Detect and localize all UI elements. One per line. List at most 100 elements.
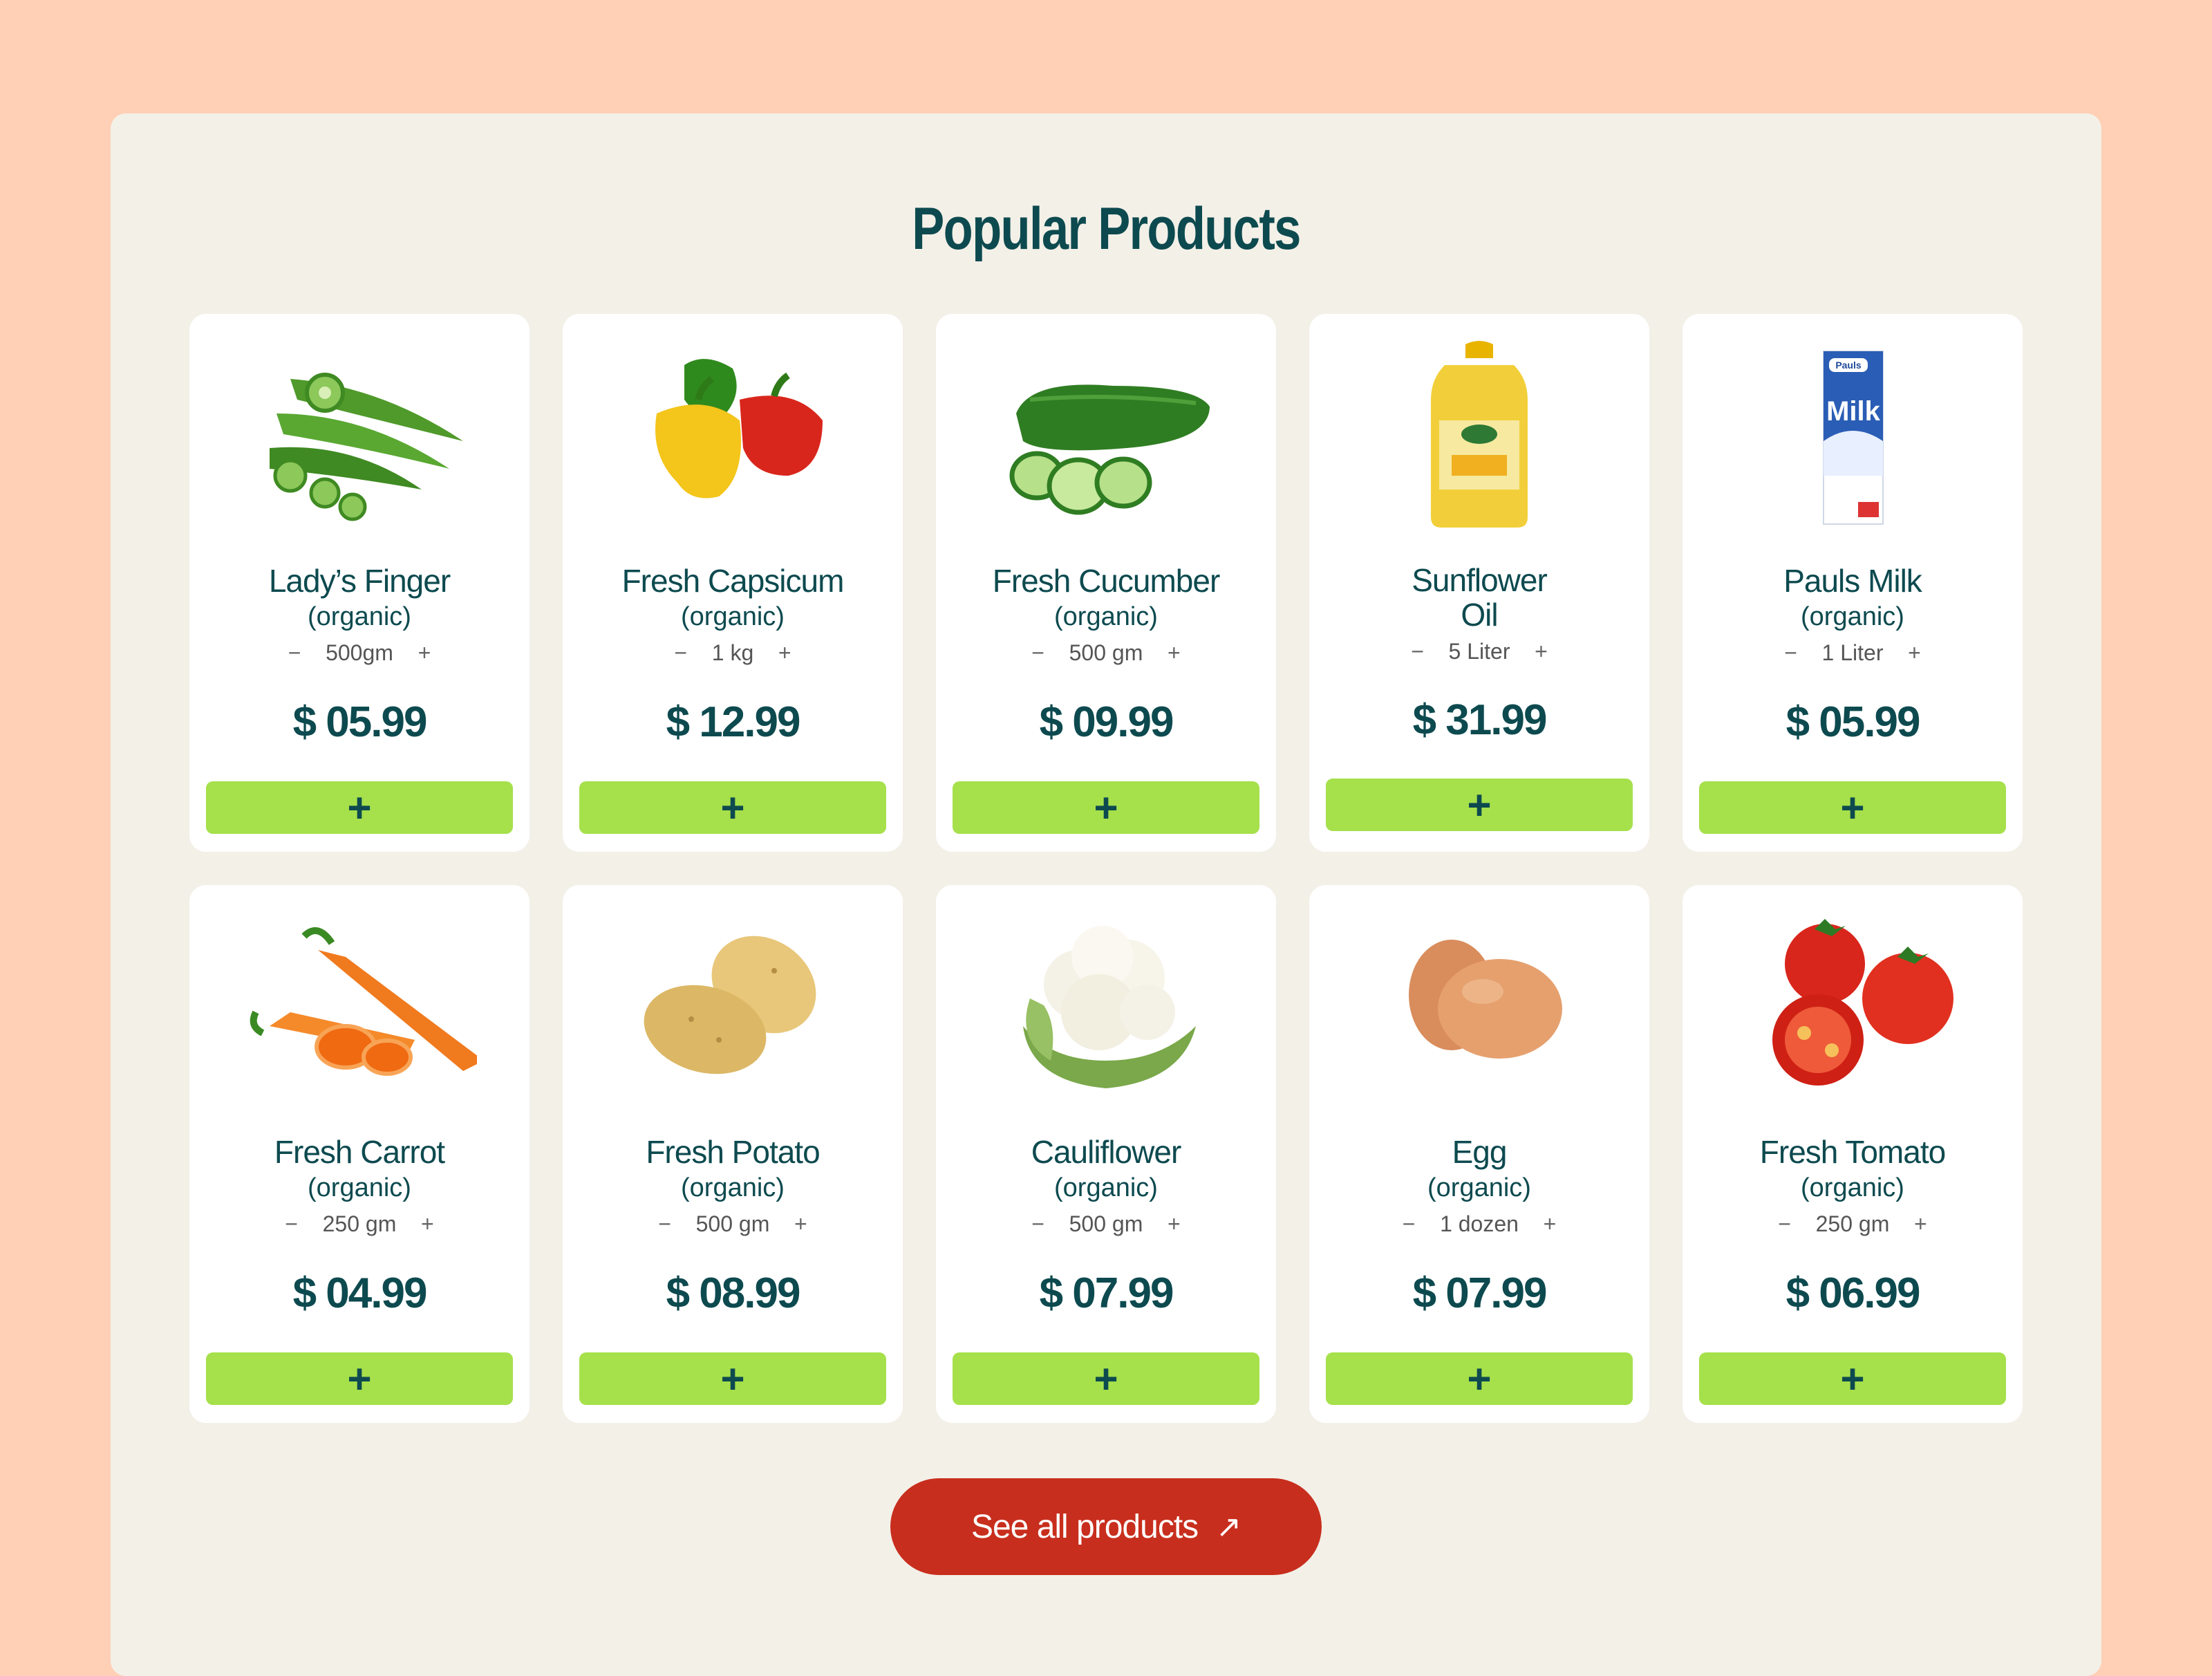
carrot-image [242, 909, 477, 1102]
section-title: Popular Products [912, 196, 1301, 262]
quantity-value: 250 gm [322, 1211, 397, 1236]
add-to-cart-button[interactable]: + [953, 1352, 1259, 1405]
quantity-value: 500 gm [695, 1211, 770, 1236]
product-name: Fresh Potato [646, 1134, 820, 1170]
increase-button[interactable]: + [1163, 640, 1184, 666]
product-price: $ 07.99 [1412, 1269, 1548, 1317]
decrease-button[interactable]: − [284, 640, 305, 666]
decrease-button[interactable]: − [1407, 639, 1428, 664]
product-name: Fresh Cucumber [992, 563, 1221, 599]
product-subtitle: (organic) [1054, 602, 1158, 631]
product-name: Pauls Milk [1783, 563, 1922, 599]
increase-button[interactable]: + [1910, 1211, 1931, 1237]
add-to-cart-button[interactable]: + [1699, 1352, 2006, 1405]
add-to-cart-button[interactable]: + [1326, 1352, 1633, 1405]
decrease-button[interactable]: − [655, 1211, 675, 1237]
product-card[interactable]: Fresh Carrot (organic) − 250 gm + $ 04.9… [189, 885, 529, 1423]
decrease-button[interactable]: − [1028, 640, 1049, 666]
product-price: $ 07.99 [1039, 1269, 1174, 1317]
product-card[interactable]: Fresh Potato (organic) − 500 gm + $ 08.9… [563, 885, 903, 1423]
quantity-value: 500 gm [1069, 1211, 1143, 1236]
increase-button[interactable]: + [774, 640, 795, 666]
product-price: $ 06.99 [1785, 1269, 1921, 1317]
product-subtitle: (organic) [1801, 1173, 1904, 1202]
increase-button[interactable]: + [1530, 639, 1551, 664]
cucumber-image [988, 337, 1224, 531]
milk-carton-image: Pauls Milk [1735, 337, 1970, 531]
product-subtitle: (organic) [308, 1173, 411, 1202]
increase-button[interactable]: + [790, 1211, 811, 1237]
see-all-label: See all products [971, 1508, 1199, 1545]
product-card[interactable]: Sunflower Oil − 5 Liter + $ 31.99 + [1309, 314, 1649, 852]
product-card[interactable]: Egg (organic) − 1 dozen + $ 07.99 + [1309, 885, 1649, 1423]
increase-button[interactable]: + [1539, 1211, 1560, 1237]
increase-button[interactable]: + [414, 640, 435, 666]
add-to-cart-button[interactable]: + [206, 781, 513, 834]
product-name: Egg [1452, 1134, 1508, 1170]
quantity-stepper: − 250 gm + [189, 1211, 529, 1237]
add-to-cart-button[interactable]: + [579, 1352, 886, 1405]
decrease-button[interactable]: − [281, 1211, 302, 1237]
quantity-stepper: − 250 gm + [1683, 1211, 2023, 1237]
decrease-button[interactable]: − [1028, 1211, 1049, 1237]
cauliflower-image [988, 909, 1224, 1102]
potato-image [615, 909, 850, 1102]
decrease-button[interactable]: − [1781, 640, 1801, 666]
quantity-value: 5 Liter [1448, 639, 1510, 664]
milk-label: Milk [1826, 396, 1881, 427]
quantity-stepper: − 500gm + [189, 640, 529, 666]
product-subtitle: (organic) [1054, 1173, 1158, 1202]
add-to-cart-button[interactable]: + [1699, 781, 2006, 834]
quantity-value: 500 gm [1069, 640, 1143, 665]
product-grid: Lady’s Finger (organic) − 500gm + $ 05.9… [189, 314, 2023, 1423]
egg-image [1362, 909, 1597, 1102]
product-card[interactable]: Fresh Tomato (organic) − 250 gm + $ 06.9… [1683, 885, 2023, 1423]
product-price: $ 31.99 [1412, 696, 1548, 744]
quantity-stepper: − 1 kg + [563, 640, 903, 666]
decrease-button[interactable]: − [671, 640, 691, 666]
product-card[interactable]: Fresh Cucumber (organic) − 500 gm + $ 09… [936, 314, 1276, 852]
product-price: $ 09.99 [1039, 698, 1174, 746]
quantity-value: 500gm [326, 640, 393, 665]
product-card[interactable]: Fresh Capsicum (organic) − 1 kg + $ 12.9… [563, 314, 903, 852]
product-subtitle: (organic) [1801, 602, 1904, 631]
decrease-button[interactable]: − [1398, 1211, 1419, 1237]
quantity-value: 1 Liter [1821, 640, 1884, 665]
product-price: $ 05.99 [1785, 698, 1921, 746]
add-to-cart-button[interactable]: + [1326, 779, 1633, 831]
add-to-cart-button[interactable]: + [953, 781, 1259, 834]
quantity-value: 1 kg [711, 640, 754, 665]
see-all-products-button[interactable]: See all products ↗ [890, 1478, 1322, 1575]
capsicum-image [615, 337, 850, 531]
add-to-cart-button[interactable]: + [579, 781, 886, 834]
product-price: $ 04.99 [292, 1269, 428, 1317]
product-name: Cauliflower [1031, 1134, 1182, 1170]
oil-bottle-image [1362, 337, 1597, 531]
increase-button[interactable]: + [417, 1211, 438, 1237]
quantity-value: 250 gm [1815, 1211, 1890, 1236]
tomato-image [1735, 909, 1970, 1102]
quantity-stepper: − 5 Liter + [1309, 639, 1649, 664]
okra-image [242, 337, 477, 531]
product-card[interactable]: Pauls Milk Pauls Milk (organic) − 1 Lite… [1683, 314, 2023, 852]
add-to-cart-button[interactable]: + [206, 1352, 513, 1405]
product-subtitle: (organic) [681, 602, 785, 631]
quantity-stepper: − 500 gm + [936, 640, 1276, 666]
increase-button[interactable]: + [1904, 640, 1924, 666]
product-name: Fresh Tomato [1759, 1134, 1946, 1170]
product-card[interactable]: Lady’s Finger (organic) − 500gm + $ 05.9… [189, 314, 529, 852]
increase-button[interactable]: + [1163, 1211, 1184, 1237]
product-subtitle: (organic) [681, 1173, 785, 1202]
quantity-stepper: − 1 dozen + [1309, 1211, 1649, 1237]
arrow-up-right-icon: ↗ [1216, 1509, 1241, 1544]
product-card[interactable]: Cauliflower (organic) − 500 gm + $ 07.99… [936, 885, 1276, 1423]
product-name: Sunflower Oil [1412, 562, 1548, 633]
milk-brand: Pauls [1835, 360, 1862, 371]
product-subtitle: (organic) [1427, 1173, 1531, 1202]
product-name: Lady’s Finger [268, 563, 451, 599]
product-price: $ 08.99 [666, 1269, 801, 1317]
product-price: $ 12.99 [666, 698, 801, 746]
decrease-button[interactable]: − [1774, 1211, 1795, 1237]
quantity-stepper: − 500 gm + [563, 1211, 903, 1237]
product-name: Fresh Carrot [274, 1134, 445, 1170]
